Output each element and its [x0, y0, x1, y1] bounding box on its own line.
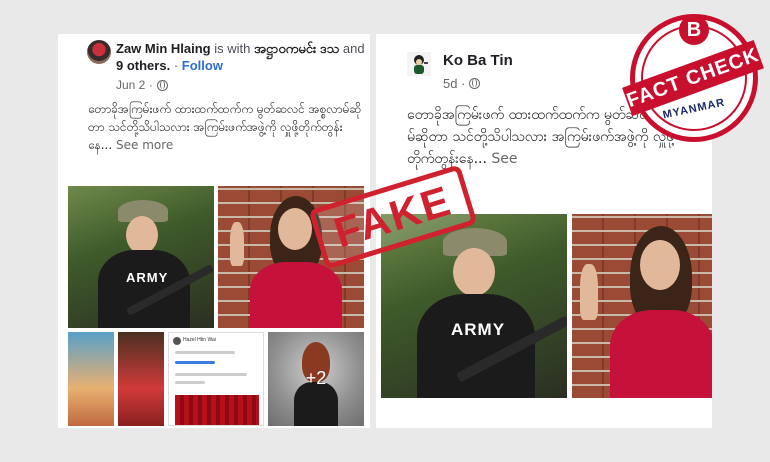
thumbnail-4[interactable]: +2: [268, 332, 364, 426]
with-text: is with: [214, 41, 251, 56]
and-text: and: [342, 41, 365, 56]
shirt-text: ARMY: [126, 270, 169, 285]
author-name[interactable]: Ko Ba Tin: [443, 52, 513, 69]
others-link[interactable]: 9 others.: [116, 58, 170, 73]
author-avatar[interactable]: [87, 40, 111, 64]
cartoon-avatar-icon: [414, 55, 428, 74]
red-shirt: [610, 310, 712, 398]
badge-logo: B: [679, 15, 709, 45]
raised-hand: [580, 264, 598, 320]
mini-text-line: [175, 381, 205, 384]
mini-post-name: Hazel Htin Wai: [183, 337, 216, 343]
author-name[interactable]: Zaw Min Hlaing: [116, 41, 211, 56]
post-meta: Jun 2 ·: [116, 78, 168, 92]
thumbnail-3[interactable]: Hazel Htin Wai: [168, 332, 264, 426]
face: [453, 248, 495, 296]
soldier-photo[interactable]: ARMY: [68, 186, 214, 328]
thumbnail-2[interactable]: [118, 332, 164, 426]
mini-avatar: [173, 337, 181, 345]
face: [126, 216, 158, 254]
mini-text-line: [175, 361, 215, 364]
red-shirt: [250, 262, 342, 328]
follow-button[interactable]: Follow: [182, 58, 223, 73]
face: [278, 208, 312, 250]
post-body: တောခိုအကြမ်းဖက် ထားထက်ထက်က မွတ်ဆလင် အစ္စ…: [88, 100, 364, 154]
mini-image: [175, 395, 259, 425]
see-more-link[interactable]: See: [491, 151, 517, 167]
woman-photo[interactable]: [572, 214, 712, 398]
mini-text-line: [175, 351, 235, 354]
face: [640, 240, 680, 290]
more-photos-count: +2: [305, 368, 327, 388]
dot-separator: ·: [173, 58, 179, 73]
post-meta: 5d ·: [443, 76, 481, 91]
tagged-name[interactable]: အဋ္ဌာဝကမင်း ဒသ: [254, 41, 339, 56]
globe-icon: [156, 79, 168, 91]
see-more-link[interactable]: See more: [116, 138, 173, 152]
shirt-text: ARMY: [451, 320, 506, 339]
post-date[interactable]: 5d ·: [443, 76, 465, 91]
mini-text-line: [175, 373, 247, 376]
thumbnail-1[interactable]: [68, 332, 114, 426]
post-date[interactable]: Jun 2 ·: [116, 78, 153, 92]
post-header-line: Zaw Min Hlaing is with အဋ္ဌာဝကမင်း ဒသ an…: [116, 40, 366, 74]
globe-icon: [469, 78, 481, 89]
author-avatar[interactable]: [407, 52, 431, 76]
raised-hand: [230, 222, 244, 266]
fact-check-badge: B FACT CHECK MYANMAR: [622, 14, 764, 142]
